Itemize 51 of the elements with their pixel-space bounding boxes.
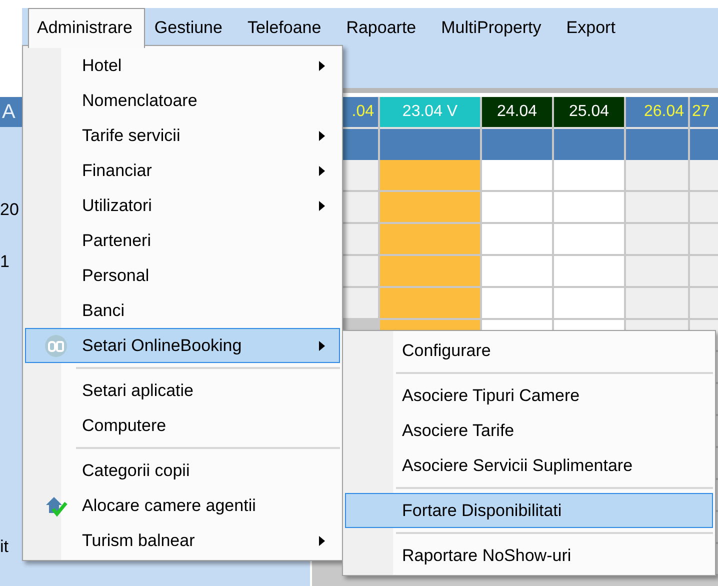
menu-item[interactable]: Export [557,8,632,47]
menu-item[interactable]: Gestiune [145,8,238,47]
menu-item[interactable]: Asociere Tipuri Camere [345,378,713,413]
grid-cell [482,256,552,286]
menu-item[interactable]: Telefoane [238,8,338,47]
date-header: 25.04 [554,97,624,129]
menu-item[interactable]: Utilizatori [25,188,340,223]
menu-item[interactable]: Hotel [25,48,340,83]
grid-cell [554,160,624,190]
grid-cell [554,224,624,254]
menu-item[interactable]: Banci [25,293,340,328]
menu-item[interactable]: Financiar [25,153,340,188]
grid-cell [626,256,688,286]
menu-item[interactable]: Alocare camere agentii [25,488,340,523]
grid-cell [626,160,688,190]
menu-item[interactable]: Categorii copii [25,453,340,488]
grid-cell [554,256,624,286]
grid-cell [482,224,552,254]
row-label: it [0,536,8,558]
header-band [554,129,624,160]
date-header: 23.04 V [380,97,480,129]
grid-cell [626,224,688,254]
grid-cell [554,288,624,318]
menu-item[interactable]: Personal [25,258,340,293]
date-header: 26.04 [626,97,688,129]
menu-item[interactable]: Computere [25,408,340,443]
row-label: 1 [0,251,10,273]
menu-item[interactable]: Setari OnlineBooking [25,328,340,363]
grid-cell [482,160,552,190]
menu-item[interactable]: Raportare NoShow-uri [345,538,713,573]
menu-item[interactable]: Turism balnear [25,523,340,558]
row-label: 20 [0,199,19,221]
header-band [482,129,552,160]
grid-cell [626,288,688,318]
grid-cell [482,288,552,318]
grid-cell [482,192,552,222]
menu-item[interactable]: Rapoarte [337,8,432,47]
date-header: 27 [690,97,718,129]
badge-icon [44,334,68,358]
grid-cell [626,192,688,222]
grid-cell [554,192,624,222]
header-band [626,129,688,160]
menu-item[interactable]: Asociere Servicii Suplimentare [345,448,713,483]
menu-item[interactable]: Parteneri [25,223,340,258]
date-header: 24.04 [482,97,552,129]
menu-item[interactable]: MultiProperty [432,8,558,47]
menu-item[interactable]: Fortare Disponibilitati [345,493,713,528]
menu-item[interactable]: Setari aplicatie [25,373,340,408]
menu-item[interactable]: Configurare [345,333,713,368]
menu-item[interactable]: Asociere Tarife [345,413,713,448]
menu-item[interactable]: Administrare [28,8,146,48]
